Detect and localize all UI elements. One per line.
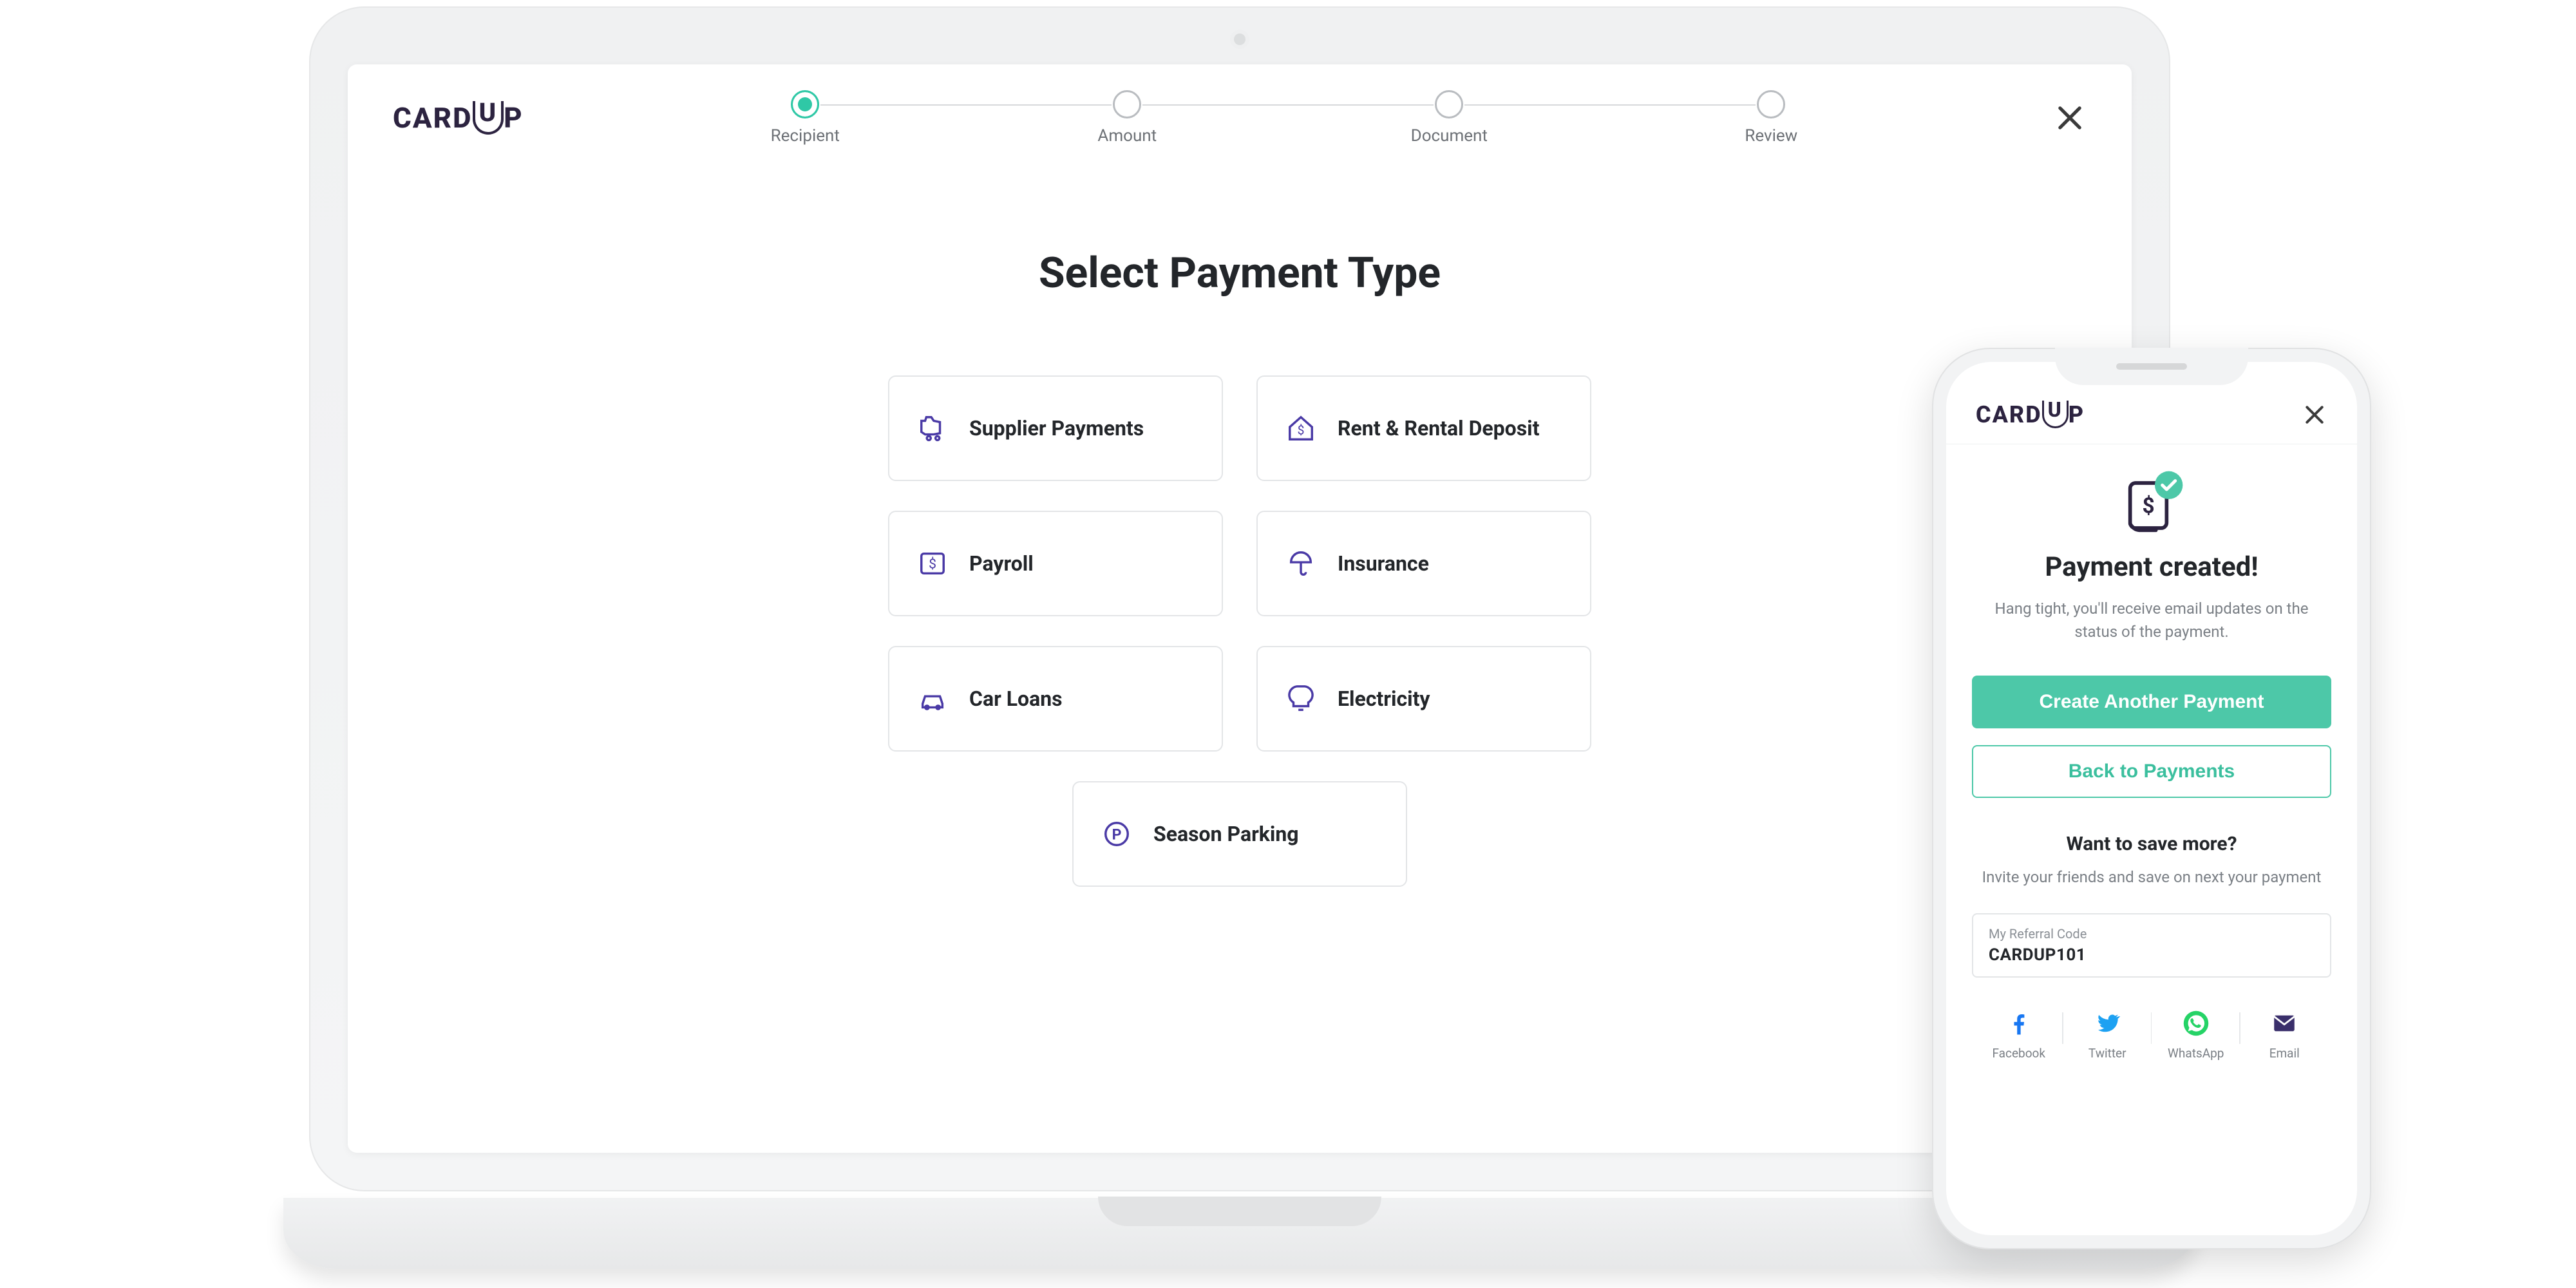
brand-logo[interactable]: CARDUP xyxy=(393,101,524,135)
phone-viewport: CARDUP $ Payment created! H xyxy=(1946,362,2357,1235)
phone-body: CARDUP $ Payment created! H xyxy=(1932,348,2371,1249)
payment-type-payroll[interactable]: $ Payroll xyxy=(888,511,1223,616)
payment-type-label: Rent & Rental Deposit xyxy=(1338,416,1539,440)
brand-logo[interactable]: CARDUP xyxy=(1976,401,2085,428)
svg-text:$: $ xyxy=(2142,494,2154,519)
payroll-icon: $ xyxy=(918,549,947,578)
close-button[interactable] xyxy=(2053,101,2087,135)
page-title: Select Payment Type xyxy=(348,249,2132,298)
step-label: Recipient xyxy=(771,126,840,146)
laptop-base xyxy=(283,1198,2196,1269)
svg-text:$: $ xyxy=(929,556,936,573)
laptop-viewport: CARDUP Recipient Amount Document xyxy=(348,64,2132,1153)
payment-type-label: Payroll xyxy=(969,551,1034,576)
payment-type-electricity[interactable]: Electricity xyxy=(1256,646,1591,752)
share-label: Facebook xyxy=(1992,1046,2045,1061)
step-dot-icon xyxy=(1757,90,1785,118)
step-label: Amount xyxy=(1097,126,1157,146)
referral-code-label: My Referral Code xyxy=(1989,926,2315,942)
step-document[interactable]: Document xyxy=(1288,90,1610,146)
svg-text:$: $ xyxy=(1298,423,1305,438)
step-dot-icon xyxy=(1113,90,1141,118)
twitter-icon xyxy=(2094,1010,2121,1037)
laptop-main: Select Payment Type Supplier Payments $ … xyxy=(348,146,2132,887)
close-icon xyxy=(2053,101,2087,135)
payment-type-supplier-payments[interactable]: Supplier Payments xyxy=(888,375,1223,481)
referral-code-box[interactable]: My Referral Code CARDUP101 xyxy=(1972,913,2331,978)
whatsapp-icon xyxy=(2183,1010,2210,1037)
step-dot-icon xyxy=(1435,90,1463,118)
payment-type-label: Electricity xyxy=(1338,687,1430,711)
payment-type-grid: Supplier Payments $ Rent & Rental Deposi… xyxy=(348,375,2132,887)
phone-main: $ Payment created! Hang tight, you'll re… xyxy=(1946,444,2357,1086)
step-review[interactable]: Review xyxy=(1610,90,1932,146)
parking-icon: P xyxy=(1102,819,1132,849)
laptop-mockup: CARDUP Recipient Amount Document xyxy=(283,6,2196,1269)
step-amount[interactable]: Amount xyxy=(966,90,1288,146)
laptop-camera-icon xyxy=(1234,33,1245,45)
payment-type-label: Season Parking xyxy=(1153,822,1299,846)
svg-text:P: P xyxy=(1112,826,1122,844)
supplier-icon xyxy=(918,413,947,443)
car-icon xyxy=(918,684,947,714)
phone-notch xyxy=(2055,348,2248,385)
save-more-subtitle: Invite your friends and save on next you… xyxy=(1972,866,2331,889)
share-label: Email xyxy=(2269,1046,2300,1061)
payment-type-rent[interactable]: $ Rent & Rental Deposit xyxy=(1256,375,1591,481)
facebook-icon xyxy=(2005,1010,2032,1037)
step-label: Document xyxy=(1411,126,1488,146)
share-whatsapp[interactable]: WhatsApp xyxy=(2152,1010,2240,1061)
payment-type-label: Insurance xyxy=(1338,551,1429,576)
progress-stepper: Recipient Amount Document Review xyxy=(562,90,2014,146)
step-label: Review xyxy=(1745,126,1797,146)
laptop-header: CARDUP Recipient Amount Document xyxy=(348,64,2132,146)
share-email[interactable]: Email xyxy=(2240,1010,2329,1061)
phone-subtitle: Hang tight, you'll receive email updates… xyxy=(1972,597,2331,643)
close-icon xyxy=(2302,402,2327,428)
electricity-icon xyxy=(1286,684,1316,714)
rent-icon: $ xyxy=(1286,413,1316,443)
step-recipient[interactable]: Recipient xyxy=(644,90,966,146)
share-row: Facebook Twitter WhatsApp xyxy=(1972,1010,2331,1086)
insurance-icon xyxy=(1286,549,1316,578)
share-twitter[interactable]: Twitter xyxy=(2063,1010,2152,1061)
create-another-payment-button[interactable]: Create Another Payment xyxy=(1972,676,2331,728)
laptop-trackpad-notch xyxy=(1098,1197,1381,1226)
share-facebook[interactable]: Facebook xyxy=(1975,1010,2063,1061)
share-label: Twitter xyxy=(2088,1046,2126,1061)
payment-type-insurance[interactable]: Insurance xyxy=(1256,511,1591,616)
payment-type-season-parking[interactable]: P Season Parking xyxy=(1072,781,1407,887)
phone-title: Payment created! xyxy=(1972,551,2331,583)
payment-type-car-loans[interactable]: Car Loans xyxy=(888,646,1223,752)
save-more-title: Want to save more? xyxy=(1972,833,2331,855)
payment-type-label: Car Loans xyxy=(969,687,1063,711)
close-button[interactable] xyxy=(2302,402,2327,428)
referral-code-value: CARDUP101 xyxy=(1989,945,2315,965)
phone-mockup: CARDUP $ Payment created! H xyxy=(1932,348,2371,1249)
step-dot-icon xyxy=(791,90,819,118)
laptop-screen-bezel: CARDUP Recipient Amount Document xyxy=(309,6,2170,1191)
payment-type-label: Supplier Payments xyxy=(969,416,1144,440)
share-label: WhatsApp xyxy=(2168,1046,2224,1061)
back-to-payments-button[interactable]: Back to Payments xyxy=(1972,745,2331,798)
phone-speaker-icon xyxy=(2116,363,2187,370)
payment-success-icon: $ xyxy=(2119,470,2184,535)
email-icon xyxy=(2271,1010,2298,1037)
